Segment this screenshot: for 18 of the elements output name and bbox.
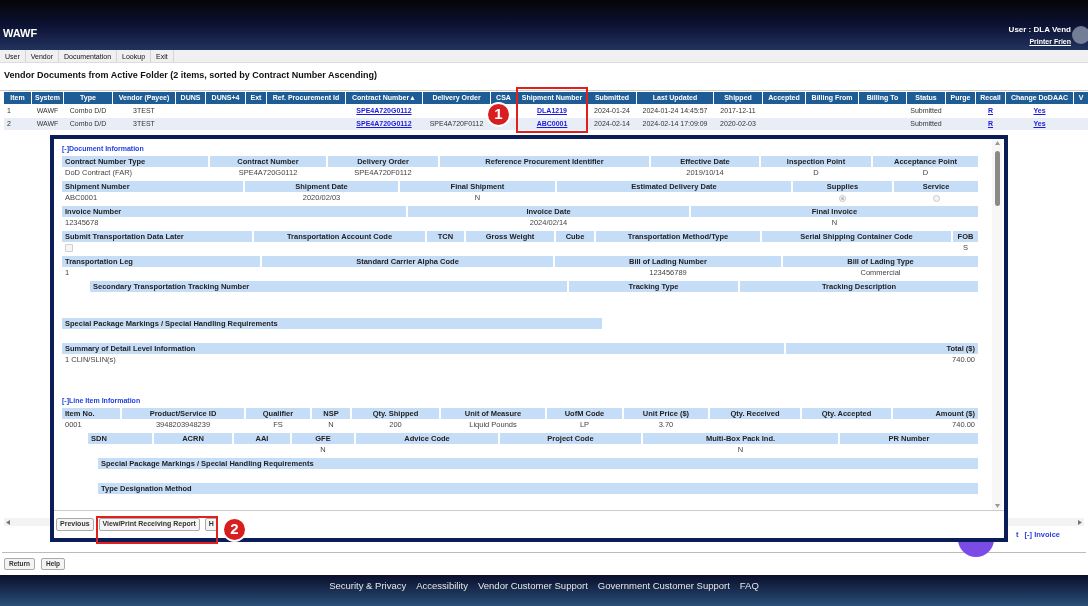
highlight-frame <box>516 87 588 133</box>
page-title: Vendor Documents from Active Folder (2 items, sorted by Contract Number Ascending) <box>4 68 377 82</box>
scroll-right-icon[interactable] <box>1078 519 1082 525</box>
scroll-down-icon[interactable] <box>994 504 1000 508</box>
footer-link[interactable]: Accessibility <box>416 579 468 594</box>
footer-link[interactable]: FAQ <box>739 579 759 594</box>
footer-link[interactable]: Security & Privacy <box>329 579 407 594</box>
radio-button[interactable] <box>839 194 846 202</box>
footer-link[interactable]: Vendor Customer Support <box>477 579 588 594</box>
user-label: User : DLA Vend <box>1008 23 1071 36</box>
app-title: WAWF <box>3 25 38 41</box>
scroll-left-icon[interactable] <box>6 519 10 525</box>
radio-button[interactable] <box>932 194 940 202</box>
scroll-up-icon[interactable] <box>994 141 1000 145</box>
vertical-scrollbar[interactable] <box>992 139 1002 510</box>
scrollbar-thumb[interactable] <box>994 151 1000 206</box>
checkbox[interactable] <box>65 244 73 252</box>
footer-link[interactable]: Government Customer Support <box>597 579 730 594</box>
